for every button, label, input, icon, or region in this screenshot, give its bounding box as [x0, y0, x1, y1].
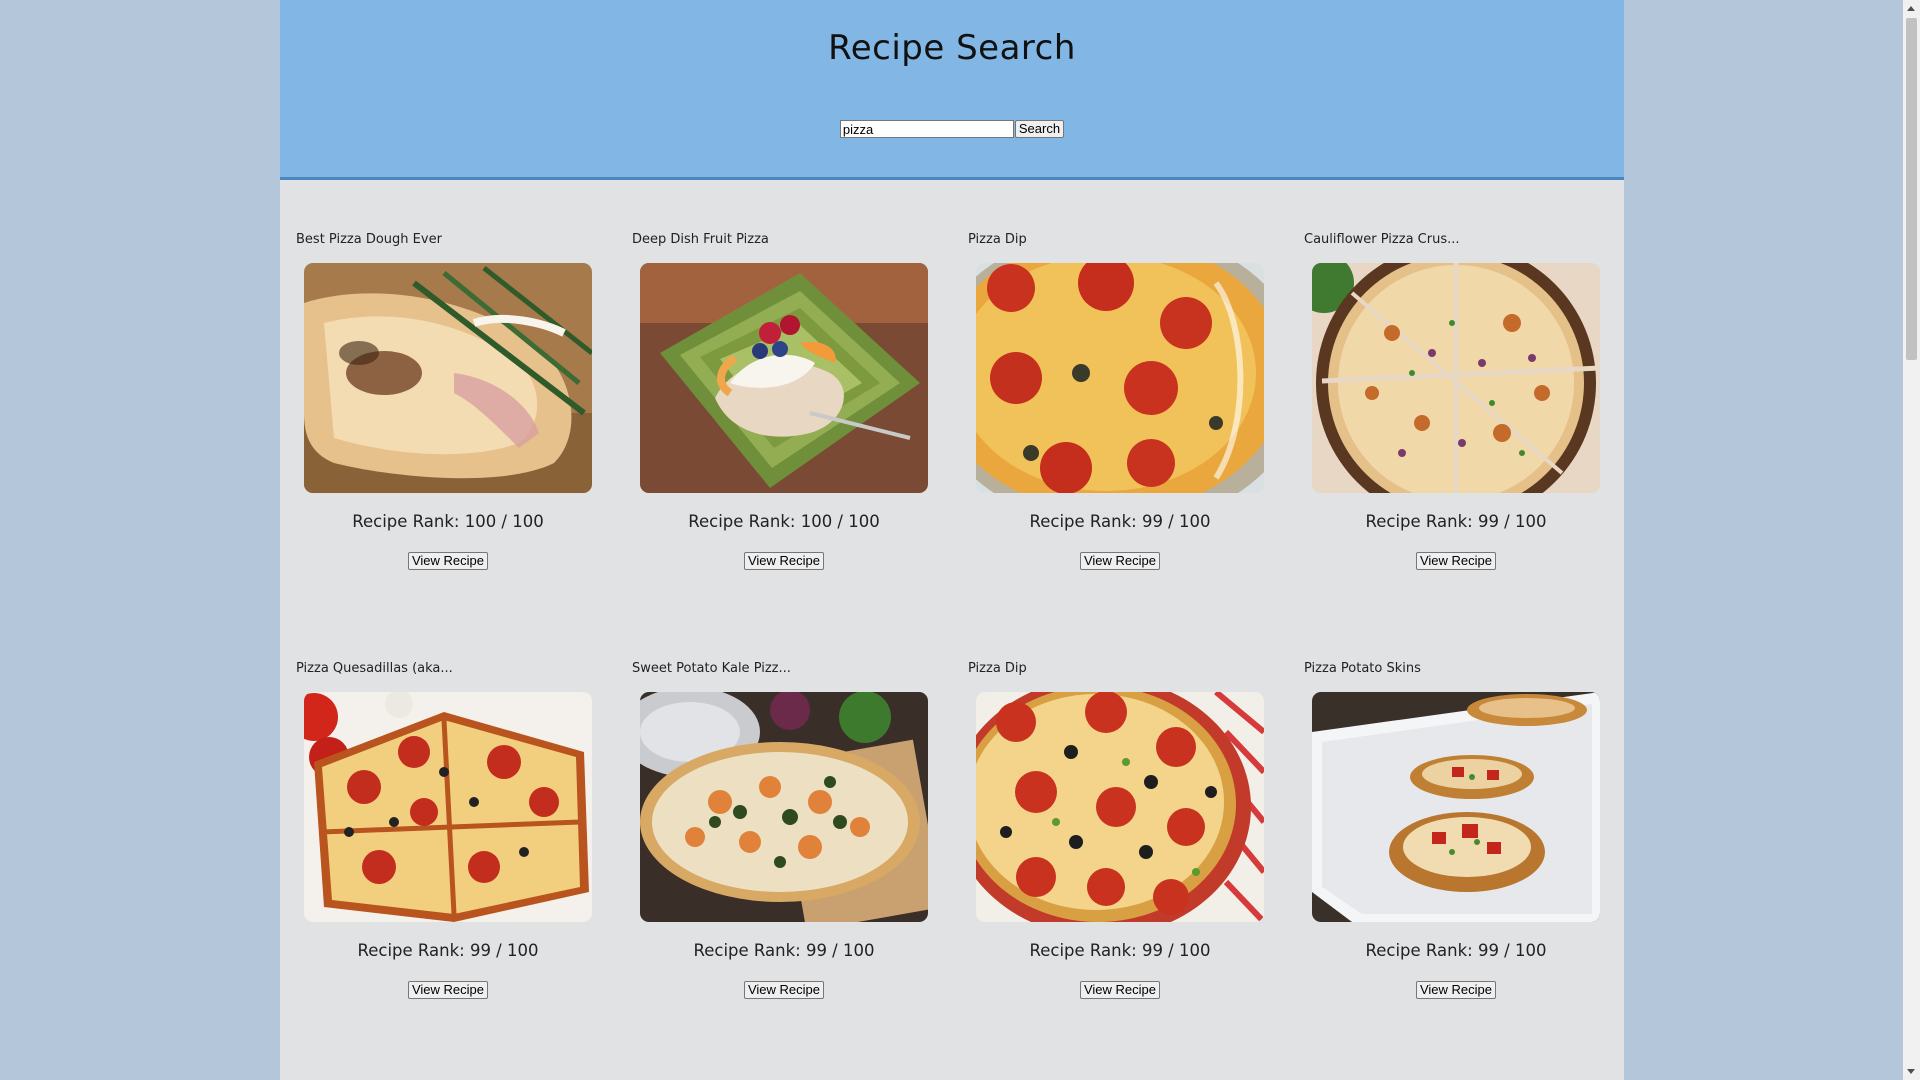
recipe-card: Best Pizza Dough Ever Recipe Rank: 100 /…: [296, 230, 632, 659]
recipe-image[interactable]: [640, 263, 928, 493]
recipe-title: Pizza Potato Skins: [1304, 661, 1421, 676]
view-recipe-button[interactable]: View Recipe: [407, 552, 489, 570]
recipe-search-app: Recipe Search Search Best Pizza Dough Ev…: [280, 0, 1624, 1080]
page-header: Recipe Search Search: [280, 0, 1624, 180]
cauliflower-pizza-photo: [1312, 263, 1600, 493]
pizza-dip-skillet-photo: [976, 692, 1264, 922]
recipe-rank: Recipe Rank: 100 / 100: [352, 512, 544, 531]
scrollbar-thumb[interactable]: [1906, 18, 1917, 360]
recipe-rank: Recipe Rank: 99 / 100: [357, 941, 539, 960]
recipe-image[interactable]: [304, 692, 592, 922]
pizza-dough-photo: [304, 263, 592, 493]
recipe-title: Pizza Quesadillas (aka...: [296, 661, 453, 676]
vertical-scrollbar[interactable]: [1903, 0, 1920, 1080]
recipe-card: Pizza Dip Recipe Rank: 99 / 100 View Rec…: [968, 659, 1304, 1080]
recipe-grid: Best Pizza Dough Ever Recipe Rank: 100 /…: [296, 230, 1640, 1080]
recipe-image[interactable]: [976, 692, 1264, 922]
view-recipe-button[interactable]: View Recipe: [1415, 981, 1497, 999]
sweet-potato-pizza-photo: [640, 692, 928, 922]
view-recipe-button[interactable]: View Recipe: [1415, 552, 1497, 570]
search-input[interactable]: [839, 120, 1014, 138]
pizza-dip-photo: [976, 263, 1264, 493]
recipe-title: Pizza Dip: [968, 232, 1027, 247]
recipe-rank: Recipe Rank: 99 / 100: [1029, 941, 1211, 960]
recipe-title: Pizza Dip: [968, 661, 1027, 676]
recipe-title: Sweet Potato Kale Pizz...: [632, 661, 791, 676]
recipe-title: Best Pizza Dough Ever: [296, 232, 442, 247]
view-recipe-button[interactable]: View Recipe: [407, 981, 489, 999]
view-recipe-button[interactable]: View Recipe: [743, 552, 825, 570]
recipe-image[interactable]: [304, 263, 592, 493]
recipe-title: Deep Dish Fruit Pizza: [632, 232, 769, 247]
scroll-up-arrow-icon[interactable]: [1907, 6, 1915, 11]
recipe-card: Pizza Quesadillas (aka... Recipe Rank: 9…: [296, 659, 632, 1080]
search-form: Search: [280, 120, 1624, 138]
recipe-rank: Recipe Rank: 100 / 100: [688, 512, 880, 531]
pizza-quesadilla-photo: [304, 692, 592, 922]
recipe-image[interactable]: [976, 263, 1264, 493]
potato-skins-photo: [1312, 692, 1600, 922]
recipe-image[interactable]: [640, 692, 928, 922]
search-button[interactable]: Search: [1014, 120, 1065, 138]
view-recipe-button[interactable]: View Recipe: [743, 981, 825, 999]
recipe-rank: Recipe Rank: 99 / 100: [693, 941, 875, 960]
view-recipe-button[interactable]: View Recipe: [1079, 981, 1161, 999]
recipe-rank: Recipe Rank: 99 / 100: [1365, 941, 1547, 960]
recipe-title: Cauliflower Pizza Crus...: [1304, 232, 1460, 247]
fruit-pizza-photo: [640, 263, 928, 493]
page-title: Recipe Search: [828, 28, 1076, 68]
recipe-image[interactable]: [1312, 692, 1600, 922]
browser-viewport: Recipe Search Search Best Pizza Dough Ev…: [0, 0, 1920, 1080]
recipe-card: Pizza Potato Skins Recipe Rank: 99 / 100…: [1304, 659, 1640, 1080]
recipe-image[interactable]: [1312, 263, 1600, 493]
recipe-card: Cauliflower Pizza Crus... Recipe Rank: 9…: [1304, 230, 1640, 659]
recipe-card: Deep Dish Fruit Pizza Recipe Rank: 100 /…: [632, 230, 968, 659]
view-recipe-button[interactable]: View Recipe: [1079, 552, 1161, 570]
recipe-rank: Recipe Rank: 99 / 100: [1029, 512, 1211, 531]
recipe-card: Pizza Dip Recipe Rank: 99 / 100 View Rec…: [968, 230, 1304, 659]
recipe-rank: Recipe Rank: 99 / 100: [1365, 512, 1547, 531]
scroll-down-arrow-icon[interactable]: [1907, 1069, 1915, 1074]
recipe-card: Sweet Potato Kale Pizz... Recipe Rank: 9…: [632, 659, 968, 1080]
